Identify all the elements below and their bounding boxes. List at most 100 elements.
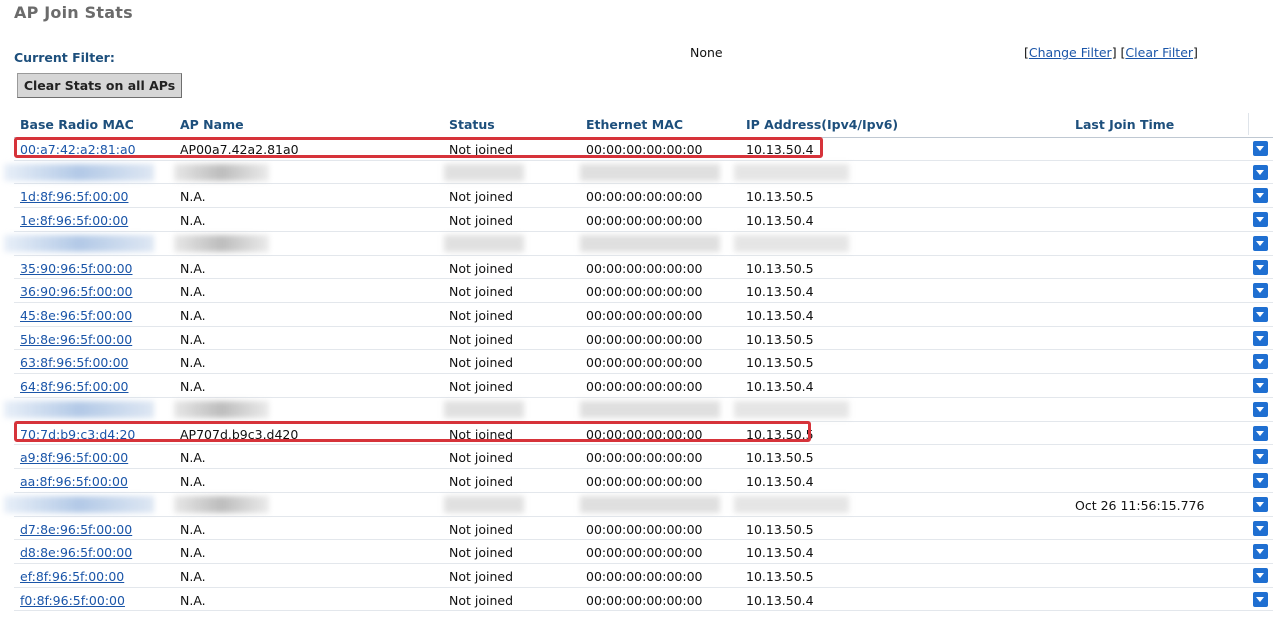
status-cell: Not joined [449, 260, 514, 276]
base-radio-mac-link[interactable]: 36:90:96:5f:00:00 [20, 284, 133, 299]
base-radio-mac-link[interactable]: 45:8e:96:5f:00:00 [20, 308, 132, 323]
column-header-ip-address[interactable]: IP Address(Ipv4/Ipv6) [746, 117, 898, 132]
chevron-down-icon[interactable] [1253, 259, 1268, 275]
base-radio-mac-link[interactable]: ef:8f:96:5f:00:00 [20, 569, 124, 584]
redacted-ethernet-mac [580, 400, 720, 418]
ap-name-cell: N.A. [180, 331, 206, 347]
chevron-down-icon[interactable] [1253, 401, 1268, 417]
base-radio-mac-link[interactable]: d7:8e:96:5f:00:00 [20, 522, 132, 537]
redacted-status [444, 234, 524, 252]
base-radio-mac-link[interactable]: aa:8f:96:5f:00:00 [20, 474, 128, 489]
chevron-down-icon[interactable] [1253, 164, 1268, 180]
table-row: 45:8e:96:5f:00:00 N.A. Not joined 00:00:00:… [14, 303, 1273, 327]
redacted-ethernet-mac [580, 495, 720, 513]
ap-name-cell: N.A. [180, 355, 206, 371]
chevron-down-icon[interactable] [1253, 212, 1268, 228]
ip-address-cell: 10.13.50.4 [746, 379, 814, 395]
table-row [4, 161, 1273, 185]
table-row: f0:8f:96:5f:00:00 N.A. Not joined 00:00:00:… [14, 588, 1273, 612]
status-cell: Not joined [449, 450, 514, 466]
ip-address-cell: 10.13.50.4 [746, 545, 814, 561]
redacted-base-mac [4, 400, 154, 418]
chevron-down-icon[interactable] [1253, 496, 1268, 512]
base-radio-mac-link[interactable]: 1d:8f:96:5f:00:00 [20, 189, 128, 204]
last-join-time-cell: Oct 26 11:56:15.776 [1075, 497, 1205, 513]
base-radio-mac-link[interactable]: 35:90:96:5f:00:00 [20, 261, 133, 276]
chevron-down-icon[interactable] [1253, 567, 1268, 583]
ip-address-cell: 10.13.50.4 [746, 474, 814, 490]
status-cell: Not joined [449, 426, 514, 442]
ap-name-cell: N.A. [180, 189, 206, 205]
chevron-down-icon[interactable] [1253, 473, 1268, 489]
column-header-ethernet-mac[interactable]: Ethernet MAC [586, 117, 683, 132]
base-radio-mac-link[interactable]: 1e:8f:96:5f:00:00 [20, 213, 128, 228]
chevron-down-icon[interactable] [1253, 330, 1268, 346]
table-row: 1d:8f:96:5f:00:00 N.A. Not joined 00:00:00:… [14, 184, 1273, 209]
ethernet-mac-cell: 00:00:00:00:00:00 [586, 379, 703, 395]
redacted-base-mac [4, 234, 154, 252]
base-radio-mac-link[interactable]: 63:8f:96:5f:00:00 [20, 355, 129, 370]
chevron-down-icon[interactable] [1253, 354, 1268, 370]
status-cell: Not joined [449, 545, 514, 561]
redacted-base-mac [4, 495, 154, 513]
chevron-down-icon[interactable] [1253, 425, 1268, 441]
chevron-down-icon[interactable] [1253, 283, 1268, 299]
ip-address-cell: 10.13.50.5 [746, 450, 814, 466]
table-row: ef:8f:96:5f:00:00 N.A. Not joined 00:00:00:… [14, 564, 1273, 588]
chevron-down-icon[interactable] [1253, 378, 1268, 394]
base-radio-mac-link[interactable]: f0:8f:96:5f:00:00 [20, 593, 125, 608]
ip-address-cell: 10.13.50.5 [746, 331, 814, 347]
redacted-ip-address [734, 163, 849, 181]
chevron-down-icon[interactable] [1253, 235, 1268, 251]
status-cell: Not joined [449, 355, 514, 371]
base-radio-mac-link[interactable]: 5b:8e:96:5f:00:00 [20, 332, 132, 347]
base-radio-mac-link[interactable]: d8:8e:96:5f:00:00 [20, 545, 132, 560]
current-filter-value: None [690, 45, 723, 60]
chevron-down-icon[interactable] [1253, 141, 1268, 156]
redacted-ap-name [174, 234, 269, 252]
base-radio-mac-link[interactable]: 00:a7:42:a2:81:a0 [20, 142, 136, 157]
chevron-down-icon[interactable] [1253, 591, 1268, 607]
chevron-down-icon[interactable] [1253, 188, 1268, 204]
table-row: d7:8e:96:5f:00:00 N.A. Not joined 00:00:00:… [14, 517, 1273, 541]
table-row: 36:90:96:5f:00:00 N.A. Not joined 00:00:00:… [14, 279, 1273, 304]
ip-address-cell: 10.13.50.4 [746, 284, 814, 300]
status-cell: Not joined [449, 284, 514, 300]
change-filter-link[interactable]: Change Filter [1029, 45, 1112, 60]
table-row: 70:7d:b9:c3:d4:20 AP707d.b9c3.d420 Not joi… [14, 422, 1273, 446]
table-row: Oct 26 11:56:15.776 [4, 493, 1273, 517]
ethernet-mac-cell: 00:00:00:00:00:00 [586, 142, 703, 157]
base-radio-mac-link[interactable]: 64:8f:96:5f:00:00 [20, 379, 129, 394]
redacted-ip-address [734, 400, 849, 418]
column-header-ap-name[interactable]: AP Name [180, 117, 244, 132]
column-header-base-radio-mac[interactable]: Base Radio MAC [20, 117, 134, 132]
ip-address-cell: 10.13.50.4 [746, 142, 814, 157]
status-cell: Not joined [449, 521, 514, 537]
ap-name-cell: AP707d.b9c3.d420 [180, 426, 299, 442]
table-row: 64:8f:96:5f:00:00 N.A. Not joined 00:00:00:… [14, 374, 1273, 398]
ap-name-cell: N.A. [180, 592, 206, 608]
column-header-status[interactable]: Status [449, 117, 495, 132]
clear-filter-link[interactable]: Clear Filter [1125, 45, 1193, 60]
redacted-ap-name [174, 495, 269, 513]
base-radio-mac-link[interactable]: a9:8f:96:5f:00:00 [20, 450, 128, 465]
ap-join-table-body: 00:a7:42:a2:81:a0 AP00a7.42a2.81a0 Not joi… [4, 137, 1273, 612]
redacted-ethernet-mac [580, 163, 720, 181]
chevron-down-icon[interactable] [1253, 307, 1268, 323]
clear-stats-button[interactable]: Clear Stats on all APs [17, 73, 182, 98]
base-radio-mac-link[interactable]: 70:7d:b9:c3:d4:20 [20, 427, 135, 442]
table-row: 5b:8e:96:5f:00:00 N.A. Not joined 00:00:00:… [14, 327, 1273, 351]
chevron-down-icon[interactable] [1253, 544, 1268, 560]
ethernet-mac-cell: 00:00:00:00:00:00 [586, 521, 703, 537]
ethernet-mac-cell: 00:00:00:00:00:00 [586, 260, 703, 276]
redacted-ip-address [734, 495, 849, 513]
ethernet-mac-cell: 00:00:00:00:00:00 [586, 284, 703, 300]
column-header-last-join-time[interactable]: Last Join Time [1075, 117, 1174, 132]
ethernet-mac-cell: 00:00:00:00:00:00 [586, 474, 703, 490]
ap-name-cell: N.A. [180, 545, 206, 561]
ip-address-cell: 10.13.50.4 [746, 308, 814, 324]
table-row: aa:8f:96:5f:00:00 N.A. Not joined 00:00:00:… [14, 469, 1273, 493]
ap-name-cell: N.A. [180, 450, 206, 466]
chevron-down-icon[interactable] [1253, 520, 1268, 536]
chevron-down-icon[interactable] [1253, 449, 1268, 465]
